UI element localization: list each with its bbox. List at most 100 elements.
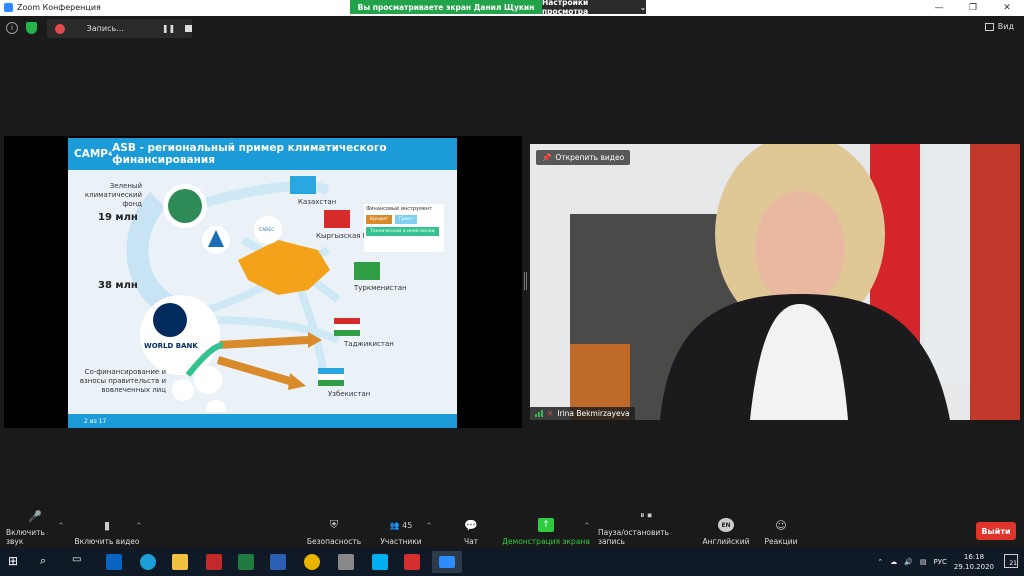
chrome-icon[interactable] <box>304 554 320 570</box>
participants-button[interactable]: 👥 45 Участники <box>378 508 424 548</box>
uzbekistan-flag-icon <box>318 368 344 374</box>
task-view-icon[interactable]: ▭ <box>72 554 88 570</box>
clock-time: 16:18 <box>963 553 985 561</box>
unmute-label: Включить звук <box>6 528 45 546</box>
pin-icon: 📌 <box>542 153 552 162</box>
windows-taskbar: ⊞ ⌕ ▭ ⌃ ☁ 🔊 ▤ РУС 16:18 29.10.2020 21 <box>0 548 1024 576</box>
leave-meeting-button[interactable]: Выйти <box>976 522 1016 540</box>
stop-recording-button[interactable] <box>185 25 192 32</box>
view-options-button[interactable]: Настройки просмотра ⌄ <box>542 0 646 16</box>
participants-options-chevron[interactable]: ^ <box>426 522 432 530</box>
clock[interactable]: 16:18 29.10.2020 <box>954 552 994 572</box>
notifications-button[interactable]: 21 <box>1004 554 1018 568</box>
credit-arrowhead <box>288 373 306 390</box>
speaker-icon[interactable]: 🔊 <box>904 558 913 566</box>
muted-microphone-icon: 🎤 <box>28 509 42 523</box>
country-tajikistan: Таджикистан <box>344 340 394 348</box>
meeting-toolbar: 🎤 Включить звук ^ ▮ Включить видео ^ ⛨ Б… <box>0 508 1024 548</box>
background-flag-right <box>970 144 1020 420</box>
participant-name-tag: ✕ Irina Bekmirzayeva <box>530 407 635 420</box>
view-button[interactable]: Вид <box>984 22 1014 31</box>
unpin-video-button[interactable]: 📌 Открепить видео <box>536 150 631 165</box>
chat-label: Чат <box>463 537 479 546</box>
legend-row: Технический и иной вклад <box>366 227 442 236</box>
outlook-icon[interactable] <box>106 554 122 570</box>
legend-credit: Кредит <box>366 215 392 224</box>
network-icon[interactable]: ▤ <box>920 558 927 566</box>
pane-resize-handle[interactable] <box>524 272 527 290</box>
recording-label: Запись... <box>86 24 124 33</box>
zoom-logo-icon <box>4 3 13 12</box>
gcf-globe-icon <box>168 189 202 223</box>
language-badge: EN <box>718 518 734 532</box>
country-kazakhstan: Казахстан <box>298 198 337 206</box>
search-icon[interactable]: ⌕ <box>40 554 56 570</box>
view-options-label: Настройки просмотра <box>542 0 589 16</box>
reactions-label: Реакции <box>764 537 798 546</box>
cofinancing-label: Со-финансирование и взносы правительств … <box>79 368 166 394</box>
onedrive-icon[interactable]: ☁ <box>890 558 897 566</box>
security-label: Безопасность <box>306 537 362 546</box>
reactions-button[interactable]: ☺ Реакции <box>764 508 798 548</box>
share-banner: Вы просматриваете экран Данил Щукин Наст… <box>350 0 646 16</box>
video-options-chevron[interactable]: ^ <box>136 522 142 530</box>
shield-icon: ⛨ <box>329 518 339 531</box>
speaker-video-tile: 📌 Открепить видео ✕ Irina Bekmirzayeva <box>530 144 1020 420</box>
input-language[interactable]: РУС <box>934 558 947 566</box>
signal-strength-icon <box>535 410 543 417</box>
unmute-button[interactable]: 🎤 Включить звук <box>6 508 64 548</box>
zoom-taskbar-icon <box>439 556 455 568</box>
maximize-button[interactable]: ❐ <box>956 0 990 16</box>
clock-date: 29.10.2020 <box>953 563 994 571</box>
window-controls: — ❐ ✕ <box>922 0 1024 16</box>
skype-icon[interactable] <box>372 554 388 570</box>
language-interpretation-button[interactable]: EN Английский <box>702 508 750 548</box>
share-screen-icon: ↑ <box>538 518 554 532</box>
tajikistan-flag-icon <box>334 318 360 324</box>
info-icon[interactable]: i <box>6 22 18 34</box>
world-bank-globe-icon <box>153 303 187 337</box>
encryption-shield-icon[interactable] <box>26 22 37 34</box>
slide-footer: 2 из 17 <box>68 414 457 428</box>
acrobat-icon[interactable] <box>404 554 420 570</box>
reaction-smiley-icon: ☺ <box>775 518 787 532</box>
share-options-chevron[interactable]: ^ <box>584 522 590 530</box>
minimize-button[interactable]: — <box>922 0 956 16</box>
notifications-count: 21 <box>1009 560 1017 567</box>
legend-tech: Технический и иной вклад <box>366 227 439 236</box>
close-button[interactable]: ✕ <box>990 0 1024 16</box>
chat-button[interactable]: 💬 Чат <box>458 508 484 548</box>
tray-overflow-icon[interactable]: ⌃ <box>877 558 883 566</box>
participants-count: 45 <box>402 520 413 530</box>
participant-name: Irina Bekmirzayeva <box>557 409 630 418</box>
meeting-info-group: i <box>6 22 37 34</box>
chevron-down-icon: ⌄ <box>639 2 646 12</box>
turkmenistan-flag-icon <box>354 262 380 280</box>
speaker-face <box>755 191 845 307</box>
share-screen-button[interactable]: ↑ Демонстрация экрана <box>502 508 590 548</box>
amount-19m: 19 млн <box>98 212 138 223</box>
share-screen-label: Демонстрация экрана <box>502 537 590 546</box>
security-button[interactable]: ⛨ Безопасность <box>307 508 361 548</box>
app-icon[interactable] <box>206 554 222 570</box>
file-explorer-icon[interactable] <box>172 554 188 570</box>
slide-page-counter: 2 из 17 <box>84 417 107 425</box>
background-flag-white <box>925 144 970 384</box>
edge-icon[interactable] <box>140 554 156 570</box>
excel-icon[interactable] <box>238 554 254 570</box>
word-icon[interactable] <box>270 554 286 570</box>
country-uzbekistan: Узбекистан <box>328 390 371 398</box>
kazakhstan-flag-icon <box>290 176 316 194</box>
pause-stop-recording-button[interactable]: ⏸ ⏹ Пауза/остановить запись <box>598 508 694 548</box>
start-video-button[interactable]: ▮ Включить видео <box>74 508 140 548</box>
pause-stop-icon: ⏸ ⏹ <box>640 511 652 521</box>
calculator-icon[interactable] <box>338 554 354 570</box>
audio-options-chevron[interactable]: ^ <box>58 522 64 530</box>
cofinance-bubble <box>206 400 226 412</box>
green-fund-label: Зеленый климатический фонд <box>84 182 142 208</box>
viewing-screen-label: Вы просматриваете экран Данил Щукин <box>350 0 542 14</box>
video-off-icon: ▮ <box>103 518 111 532</box>
speaker-video-feed <box>530 144 1020 420</box>
windows-start-icon[interactable]: ⊞ <box>8 554 24 570</box>
pause-recording-button[interactable]: ❚❚ <box>162 24 175 33</box>
